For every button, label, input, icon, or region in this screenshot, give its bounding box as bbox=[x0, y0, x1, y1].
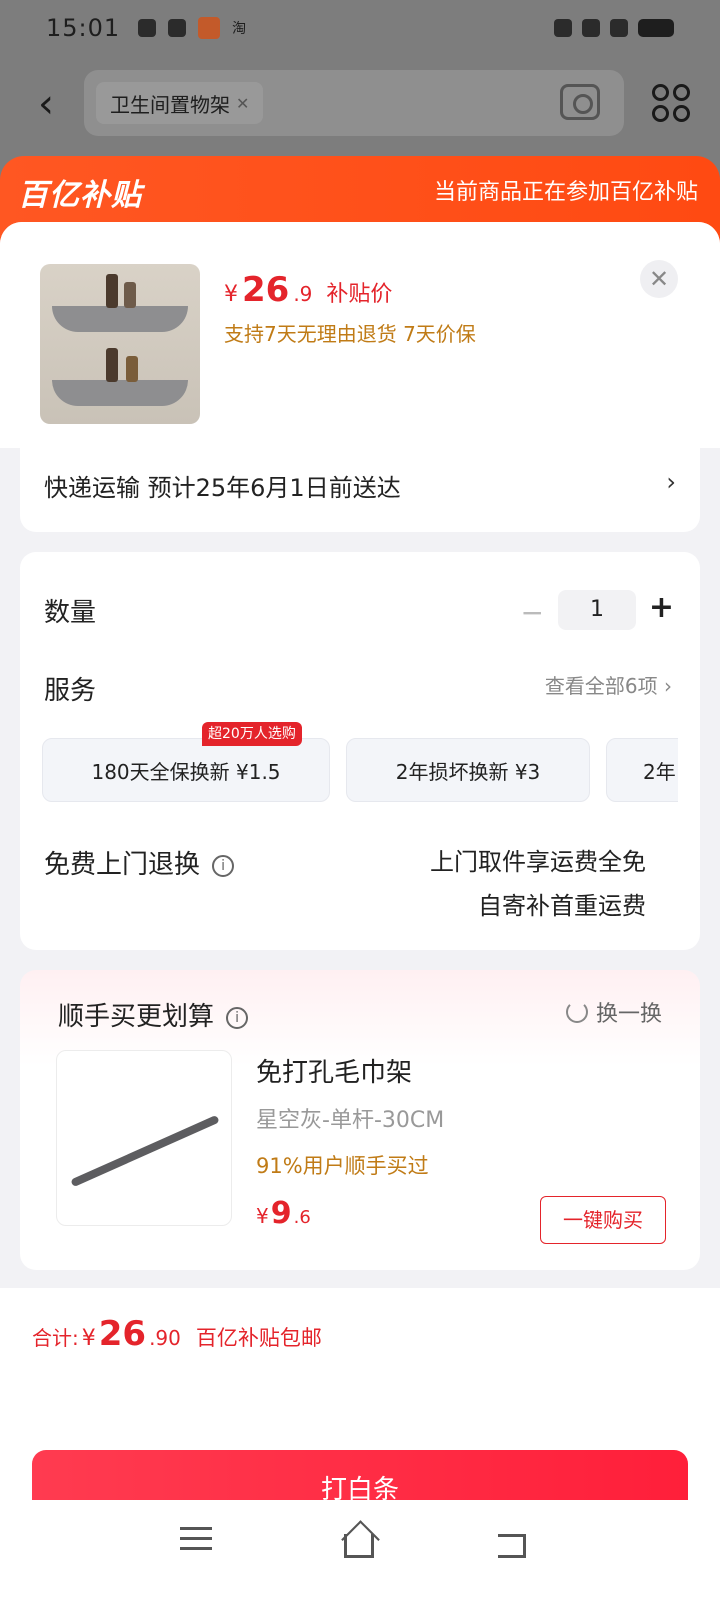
upsell-product-spec: 星空灰-单杆-30CM bbox=[256, 1108, 445, 1133]
total-currency: ¥ bbox=[81, 1326, 96, 1351]
hd-icon bbox=[582, 19, 600, 37]
bottle-shape bbox=[106, 274, 118, 308]
more-grid-icon[interactable] bbox=[652, 84, 690, 122]
refresh-label: 换一换 bbox=[595, 1002, 662, 1027]
battery-icon bbox=[638, 19, 674, 37]
one-click-buy-button[interactable]: 一键购买 bbox=[540, 1196, 666, 1244]
info-icon[interactable]: i bbox=[226, 1006, 249, 1029]
upsell-card: 顺手买更划算 i 换一换 免打孔毛巾架 星空灰-单杆-30CM 91%用户顺手买过… bbox=[20, 970, 700, 1270]
chevron-right-icon: › bbox=[666, 468, 676, 496]
price-integer: 9 bbox=[270, 1196, 292, 1231]
status-bar: 15:01 淘 bbox=[0, 0, 720, 56]
upsell-product-image[interactable] bbox=[56, 1050, 232, 1226]
service-chip[interactable]: 2年损坏换新 ¥3 bbox=[346, 738, 590, 802]
quantity-stepper[interactable]: 1 bbox=[558, 590, 636, 630]
product-header: ¥ 26 .9 补贴价 支持7天无理由退货 7天价保 ✕ bbox=[0, 222, 720, 448]
quantity-minus-button[interactable]: − bbox=[521, 596, 544, 629]
product-price: ¥ 26 .9 补贴价 bbox=[224, 270, 392, 310]
notification-icons: 淘 bbox=[138, 17, 246, 39]
info-icon[interactable]: i bbox=[212, 854, 235, 877]
chevron-right-icon: › bbox=[664, 674, 672, 698]
refresh-button[interactable]: 换一换 bbox=[565, 996, 662, 1028]
returns-row: 免费上门退换 i bbox=[44, 844, 235, 881]
close-button[interactable]: ✕ bbox=[640, 260, 678, 298]
clipboard-icon bbox=[138, 19, 157, 37]
returns-label: 免费上门退换 bbox=[44, 850, 201, 880]
returns-line-1: 上门取件享运费全免 bbox=[430, 848, 646, 876]
quantity-plus-button[interactable]: + bbox=[649, 590, 674, 625]
service-options: 180天全保换新 ¥1.5 2年损坏换新 ¥3 2年 bbox=[42, 738, 678, 802]
product-image bbox=[40, 264, 200, 424]
purchase-sheet: ¥ 26 .9 补贴价 支持7天无理由退货 7天价保 ✕ 快递运输 预计25年6… bbox=[0, 222, 720, 1600]
home-icon[interactable] bbox=[344, 1534, 374, 1558]
back-icon[interactable] bbox=[498, 1534, 526, 1558]
price-decimal: .6 bbox=[293, 1207, 311, 1228]
total-decimal: .90 bbox=[149, 1326, 181, 1350]
price-currency: ¥ bbox=[256, 1204, 269, 1228]
upsell-price: ¥ 9 .6 bbox=[256, 1196, 311, 1231]
shelf-shape bbox=[52, 380, 188, 406]
camera-icon[interactable] bbox=[560, 84, 600, 120]
app-icon bbox=[168, 19, 187, 37]
menu-icon[interactable] bbox=[176, 1520, 216, 1560]
guarantee-text: 支持7天无理由退货 7天价保 bbox=[224, 322, 476, 346]
shelf-shape bbox=[52, 306, 188, 332]
view-all-label: 查看全部6项 bbox=[544, 674, 658, 698]
search-input[interactable]: 卫生间置物架 ✕ bbox=[84, 70, 624, 136]
back-button[interactable]: ‹ bbox=[38, 84, 54, 124]
upsell-title-label: 顺手买更划算 bbox=[58, 1002, 215, 1032]
alarm-icon bbox=[554, 19, 572, 37]
upsell-title: 顺手买更划算 i bbox=[58, 996, 249, 1033]
subsidy-logo: 百亿补贴 bbox=[18, 178, 142, 213]
total-integer: 26 bbox=[98, 1314, 147, 1354]
signal-icon bbox=[610, 19, 628, 37]
options-card: 数量 − 1 + 服务 查看全部6项 › 180天全保换新 ¥1.5 2年损坏换… bbox=[20, 552, 700, 950]
quantity-label: 数量 bbox=[44, 598, 97, 628]
price-currency: ¥ bbox=[224, 282, 238, 307]
towel-bar-shape bbox=[70, 1114, 220, 1188]
search-row: ‹ 卫生间置物架 ✕ bbox=[0, 70, 720, 136]
price-tag: 补贴价 bbox=[326, 282, 393, 307]
system-nav-bar bbox=[0, 1500, 720, 1600]
refresh-icon bbox=[565, 1001, 588, 1023]
order-total: 合计: ¥ 26 .90 百亿补贴包邮 bbox=[32, 1314, 322, 1354]
close-icon[interactable]: ✕ bbox=[236, 94, 249, 113]
status-right-icons bbox=[554, 19, 674, 37]
upsell-purchase-rate: 91%用户顺手买过 bbox=[256, 1154, 429, 1178]
hot-badge: 超20万人选购 bbox=[202, 722, 302, 746]
service-chip[interactable]: 180天全保换新 ¥1.5 bbox=[42, 738, 330, 802]
shop-app-icon bbox=[198, 17, 221, 39]
status-time: 15:01 bbox=[46, 14, 121, 42]
returns-line-2: 自寄补首重运费 bbox=[478, 892, 646, 920]
price-decimal: .9 bbox=[293, 282, 313, 306]
taobao-icon: 淘 bbox=[232, 21, 247, 37]
bottle-shape bbox=[126, 356, 138, 382]
search-chip-label: 卫生间置物架 bbox=[110, 92, 230, 117]
total-label: 合计: bbox=[32, 1326, 79, 1350]
price-integer: 26 bbox=[242, 270, 290, 310]
total-note: 百亿补贴包邮 bbox=[195, 1326, 322, 1350]
bottle-shape bbox=[106, 348, 118, 382]
bottle-shape bbox=[124, 282, 136, 308]
service-chip[interactable]: 2年 bbox=[606, 738, 678, 802]
shipping-text: 快递运输 预计25年6月1日前送达 bbox=[44, 474, 401, 502]
upsell-product-name[interactable]: 免打孔毛巾架 bbox=[256, 1052, 412, 1089]
view-all-services-link[interactable]: 查看全部6项 › bbox=[545, 670, 672, 699]
shipping-row[interactable]: 快递运输 预计25年6月1日前送达 › bbox=[20, 438, 700, 532]
services-label: 服务 bbox=[44, 676, 97, 706]
banner-text: 当前商品正在参加百亿补贴 bbox=[433, 180, 698, 205]
search-chip[interactable]: 卫生间置物架 ✕ bbox=[96, 82, 264, 124]
